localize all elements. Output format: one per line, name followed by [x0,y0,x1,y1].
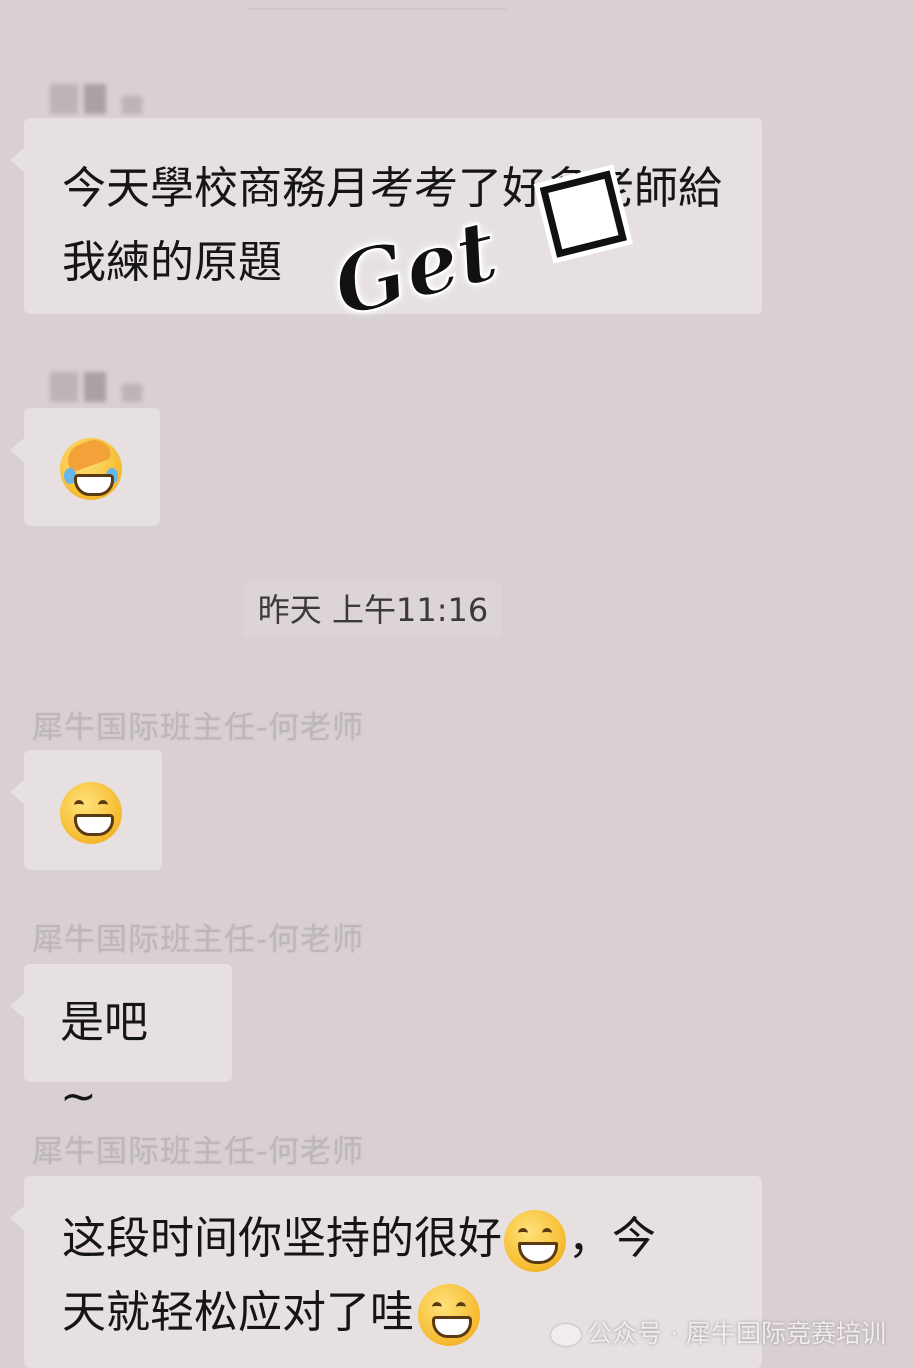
checkbox-icon [539,170,627,258]
message-line: 这段时间你坚持的很好 ，今 [62,1202,724,1276]
message-bubble[interactable] [10,750,162,870]
blurred-sender-name [50,372,145,406]
message-bubble[interactable]: 是吧 ~ [10,964,232,1122]
wechat-icon [551,1324,582,1346]
message-text: 天就轻松应对了哇 [62,1287,414,1338]
blurred-sender-name [50,84,145,118]
sender-name: 犀牛国际班主任-何老师 [32,710,365,746]
message-text: 这段时间你坚持的很好 [62,1213,502,1264]
message-text: ，今 [568,1213,656,1264]
sticker-text: Get [323,199,508,337]
grin-emoji-icon [60,782,122,844]
watermark: 公众号 · 犀牛国际竞赛培训 [551,1314,886,1350]
message-text: 是吧 ~ [60,997,148,1122]
smile-emoji-icon [504,1210,566,1272]
facepalm-laugh-emoji-icon [60,435,122,500]
watermark-text: 公众号 · 犀牛国际竞赛培训 [587,1319,886,1348]
sender-name: 犀牛国际班主任-何老师 [32,1134,365,1170]
message-bubble[interactable] [10,408,160,526]
timestamp: 昨天 上午11:16 [244,582,502,638]
grin-emoji-icon [418,1284,480,1346]
top-divider [248,0,506,10]
sender-name: 犀牛国际班主任-何老师 [32,922,365,958]
